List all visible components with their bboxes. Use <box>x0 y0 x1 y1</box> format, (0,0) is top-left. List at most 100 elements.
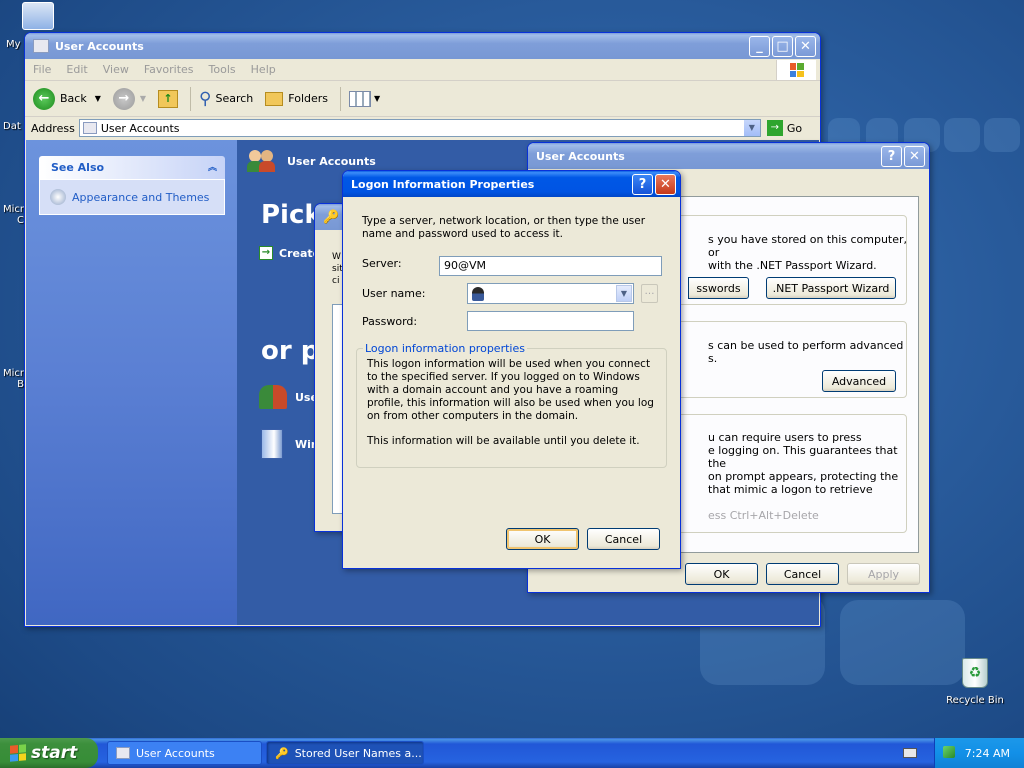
create-account-link[interactable]: → Create <box>259 246 320 260</box>
maximize-button[interactable]: □ <box>772 35 793 57</box>
task-pane: See Also ︽ Appearance and Themes <box>26 140 237 625</box>
folders-button[interactable]: Folders <box>265 91 329 106</box>
folders-label: Folders <box>288 92 329 105</box>
help-button[interactable]: ? <box>632 173 653 195</box>
content-header-title: User Accounts <box>287 155 376 168</box>
users-icon <box>259 385 287 409</box>
menu-tools[interactable]: Tools <box>209 63 236 76</box>
close-button[interactable]: ✕ <box>655 173 676 195</box>
desktop-icon-label[interactable]: Micr C <box>2 204 24 226</box>
go-arrow-icon: → <box>766 120 783 136</box>
address-label: Address <box>31 121 75 135</box>
collapse-chevron-icon[interactable]: ︽ <box>208 160 217 173</box>
views-icon <box>349 90 372 107</box>
logon-info-group-text: This logon information will be used when… <box>367 358 654 422</box>
ua-dialog-title: User Accounts <box>536 149 625 163</box>
address-field[interactable]: User Accounts ▼ <box>78 119 761 137</box>
wizard-icon <box>261 429 283 459</box>
dropdown-arrow-icon[interactable]: ▼ <box>616 285 632 302</box>
green-arrow-icon: → <box>259 246 273 260</box>
toolbar: ← Back ▼ → ▼ ↑ ⚲ Search Folders ▼ <box>25 81 820 117</box>
go-button[interactable]: → Go <box>766 120 803 136</box>
taskbar-button-stored-user-names[interactable]: 🔑 Stored User Names a... <box>266 741 424 765</box>
menu-help[interactable]: Help <box>251 63 276 76</box>
my-computer-icon[interactable] <box>22 2 54 30</box>
folder-icon <box>82 122 97 134</box>
clock[interactable]: 7:24 AM <box>965 747 1010 760</box>
net-passport-wizard-button[interactable]: .NET Passport Wizard <box>766 277 896 299</box>
forward-arrow-icon: → <box>112 87 135 110</box>
desktop-icon-label[interactable]: My <box>6 39 26 50</box>
taskbar-button-label: Stored User Names a... <box>294 746 422 760</box>
username-combobox[interactable]: ▼ <box>467 283 634 304</box>
browse-button[interactable]: … <box>641 284 658 303</box>
windows-logo-icon <box>776 60 816 80</box>
appearance-themes-link[interactable]: Appearance and Themes <box>72 191 209 204</box>
password-input[interactable] <box>467 311 634 331</box>
address-bar: Address User Accounts ▼ → Go <box>25 118 820 138</box>
network-icon[interactable] <box>943 746 955 758</box>
taskbar-button-label: User Accounts <box>136 746 215 760</box>
folder-icon <box>33 39 49 53</box>
recycle-bin-icon: ♻ <box>962 658 988 688</box>
explorer-titlebar[interactable]: User Accounts _ □ ✕ <box>25 33 820 59</box>
server-input[interactable]: 90@VM <box>439 256 662 276</box>
forward-button[interactable]: → ▼ <box>112 87 147 110</box>
logon-dialog-titlebar[interactable]: Logon Information Properties ? ✕ <box>343 171 680 197</box>
address-value: User Accounts <box>100 121 180 135</box>
apply-button[interactable]: Apply <box>847 563 920 585</box>
require-cad-checkbox-label[interactable]: ess Ctrl+Alt+Delete <box>708 509 819 522</box>
keyboard-icon[interactable] <box>903 748 917 758</box>
header-users-icon <box>247 148 277 174</box>
recycle-bin[interactable]: ♻ Recycle Bin <box>940 655 1010 711</box>
server-label: Server: <box>362 257 402 270</box>
back-button[interactable]: ← Back ▼ <box>33 87 101 110</box>
up-folder-button[interactable]: ↑ <box>158 89 179 108</box>
start-button[interactable]: start <box>0 738 98 768</box>
key-icon: 🔑 <box>275 746 289 760</box>
logon-info-availability-text: This information will be available until… <box>367 435 640 447</box>
back-label: Back <box>60 92 87 105</box>
search-label: Search <box>215 92 254 105</box>
menu-file[interactable]: File <box>33 63 51 76</box>
folder-icon <box>116 747 130 759</box>
back-arrow-icon: ← <box>33 87 55 110</box>
up-folder-icon: ↑ <box>158 89 179 108</box>
menu-bar: File Edit View Favorites Tools Help <box>25 59 820 81</box>
password-label: Password: <box>362 315 418 328</box>
help-button[interactable]: ? <box>881 145 902 167</box>
advanced-button[interactable]: Advanced <box>822 370 896 392</box>
desktop-icon-label[interactable]: Dat <box>3 121 25 132</box>
secure-logon-text: u can require users to press e logging o… <box>708 431 899 496</box>
close-button[interactable]: ✕ <box>904 145 925 167</box>
close-button[interactable]: ✕ <box>795 35 816 57</box>
taskbar-button-user-accounts[interactable]: User Accounts <box>107 741 262 765</box>
username-label: User name: <box>362 287 426 300</box>
user-accounts-task[interactable]: Use <box>259 385 318 409</box>
ok-button[interactable]: OK <box>506 528 579 550</box>
ok-button[interactable]: OK <box>685 563 758 585</box>
chevron-down-icon: ▼ <box>374 94 381 103</box>
ua-dialog-titlebar[interactable]: User Accounts ? ✕ <box>528 143 929 169</box>
views-button[interactable]: ▼ <box>349 90 381 107</box>
logon-information-dialog: Logon Information Properties ? ✕ Type a … <box>342 170 681 569</box>
chevron-down-icon: ▼ <box>139 94 147 103</box>
logon-info-group-title: Logon information properties <box>363 342 527 355</box>
menu-edit[interactable]: Edit <box>66 63 87 76</box>
cancel-button[interactable]: Cancel <box>766 563 839 585</box>
dropdown-arrow-icon[interactable]: ▼ <box>743 120 760 136</box>
see-also-panel: Appearance and Themes <box>39 179 225 215</box>
cancel-button[interactable]: Cancel <box>587 528 660 550</box>
menu-view[interactable]: View <box>103 63 129 76</box>
desktop-icon-label[interactable]: Micr B <box>2 368 24 390</box>
minimize-button[interactable]: _ <box>749 35 770 57</box>
wizard-task[interactable]: Wir <box>261 429 316 459</box>
menu-favorites[interactable]: Favorites <box>144 63 194 76</box>
taskbar: start User Accounts 🔑 Stored User Names … <box>0 738 1024 768</box>
go-label: Go <box>786 121 803 135</box>
see-also-header[interactable]: See Also ︽ <box>39 156 225 179</box>
manage-passwords-button[interactable]: sswords <box>688 277 749 299</box>
desktop-tile <box>944 118 980 152</box>
desktop-tile <box>984 118 1020 152</box>
search-button[interactable]: ⚲ Search <box>199 89 253 109</box>
